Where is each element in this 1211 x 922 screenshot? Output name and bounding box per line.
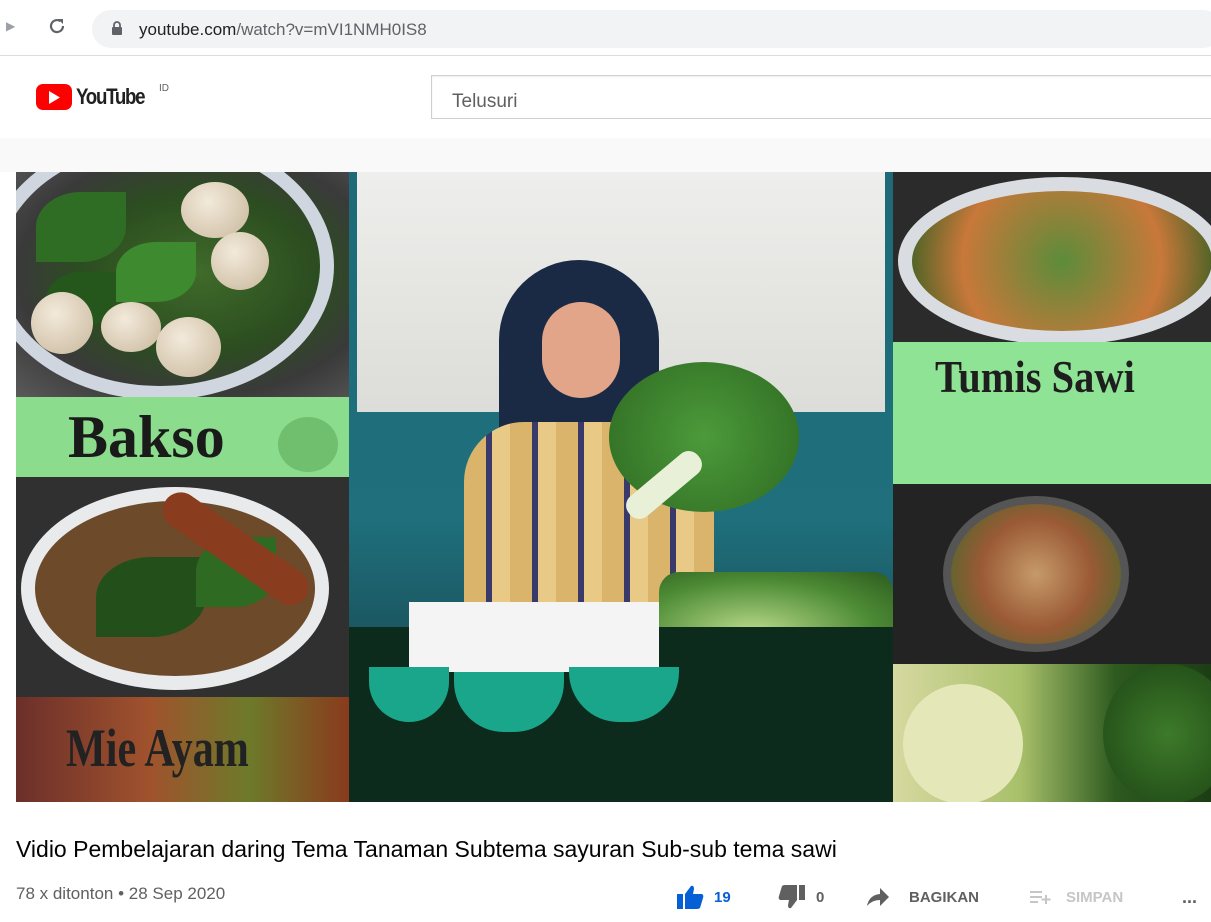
- page-background-band: [0, 138, 1211, 172]
- dislike-count: 0: [816, 888, 825, 906]
- bakso-label-panel: Bakso: [16, 397, 349, 477]
- more-actions-button[interactable]: ...: [1182, 882, 1197, 912]
- reload-icon[interactable]: [45, 14, 69, 38]
- vegetables-image: [893, 664, 1211, 802]
- share-label: BAGIKAN: [909, 888, 979, 906]
- dislike-button[interactable]: 0: [778, 882, 824, 912]
- like-count: 19: [714, 888, 731, 906]
- search-input[interactable]: [431, 75, 1211, 119]
- thumbs-down-icon: [778, 885, 805, 909]
- bakso-image: [16, 172, 349, 397]
- url-text: youtube.com/watch?v=mVI1NMH0IS8: [139, 20, 427, 40]
- browser-toolbar: ▶ youtube.com/watch?v=mVI1NMH0IS8: [0, 0, 1211, 62]
- video-meta: 78 x ditonton • 28 Sep 2020: [16, 884, 225, 904]
- tumis-sawi-label-panel: Tumis Sawi: [893, 342, 1211, 484]
- like-button[interactable]: 19: [676, 882, 731, 912]
- youtube-logo[interactable]: YouTube: [36, 84, 156, 110]
- share-icon: [867, 888, 889, 906]
- country-code: ID: [159, 83, 169, 94]
- presenter-scene: [349, 172, 893, 802]
- meta-separator: •: [118, 884, 125, 903]
- url-host: youtube.com: [139, 20, 237, 39]
- lock-icon[interactable]: [111, 21, 123, 41]
- forward-icon[interactable]: ▶: [6, 19, 15, 33]
- save-button[interactable]: SIMPAN: [1030, 882, 1123, 912]
- table: [349, 602, 893, 802]
- mie-ayam-label: Mie Ayam: [66, 718, 249, 778]
- play-icon: [36, 84, 72, 110]
- logo-text: YouTube: [76, 84, 146, 109]
- url-path: /watch?v=mVI1NMH0IS8: [236, 20, 427, 39]
- mie-ayam-label-panel: Mie Ayam: [16, 697, 349, 802]
- bakso-label: Bakso: [68, 404, 225, 470]
- tumis-sawi-label: Tumis Sawi: [935, 351, 1135, 402]
- thumbs-up-icon: [677, 885, 704, 909]
- youtube-header: YouTube ID: [0, 56, 1211, 138]
- video-player[interactable]: Bakso Mie Ayam Tumis Sawi: [16, 172, 1211, 802]
- mie-ayam-image: [16, 477, 349, 697]
- video-title: Vidio Pembelajaran daring Tema Tanaman S…: [16, 836, 837, 862]
- more-icon: ...: [1182, 886, 1198, 907]
- address-bar[interactable]: youtube.com/watch?v=mVI1NMH0IS8: [92, 10, 1211, 48]
- soup-image: [893, 484, 1211, 664]
- save-label: SIMPAN: [1066, 888, 1124, 906]
- view-count: 78 x ditonton: [16, 884, 114, 903]
- share-button[interactable]: BAGIKAN: [866, 882, 979, 912]
- upload-date: 28 Sep 2020: [128, 884, 226, 903]
- tumis-sawi-image: [893, 172, 1211, 342]
- playlist-add-icon: [1030, 891, 1051, 904]
